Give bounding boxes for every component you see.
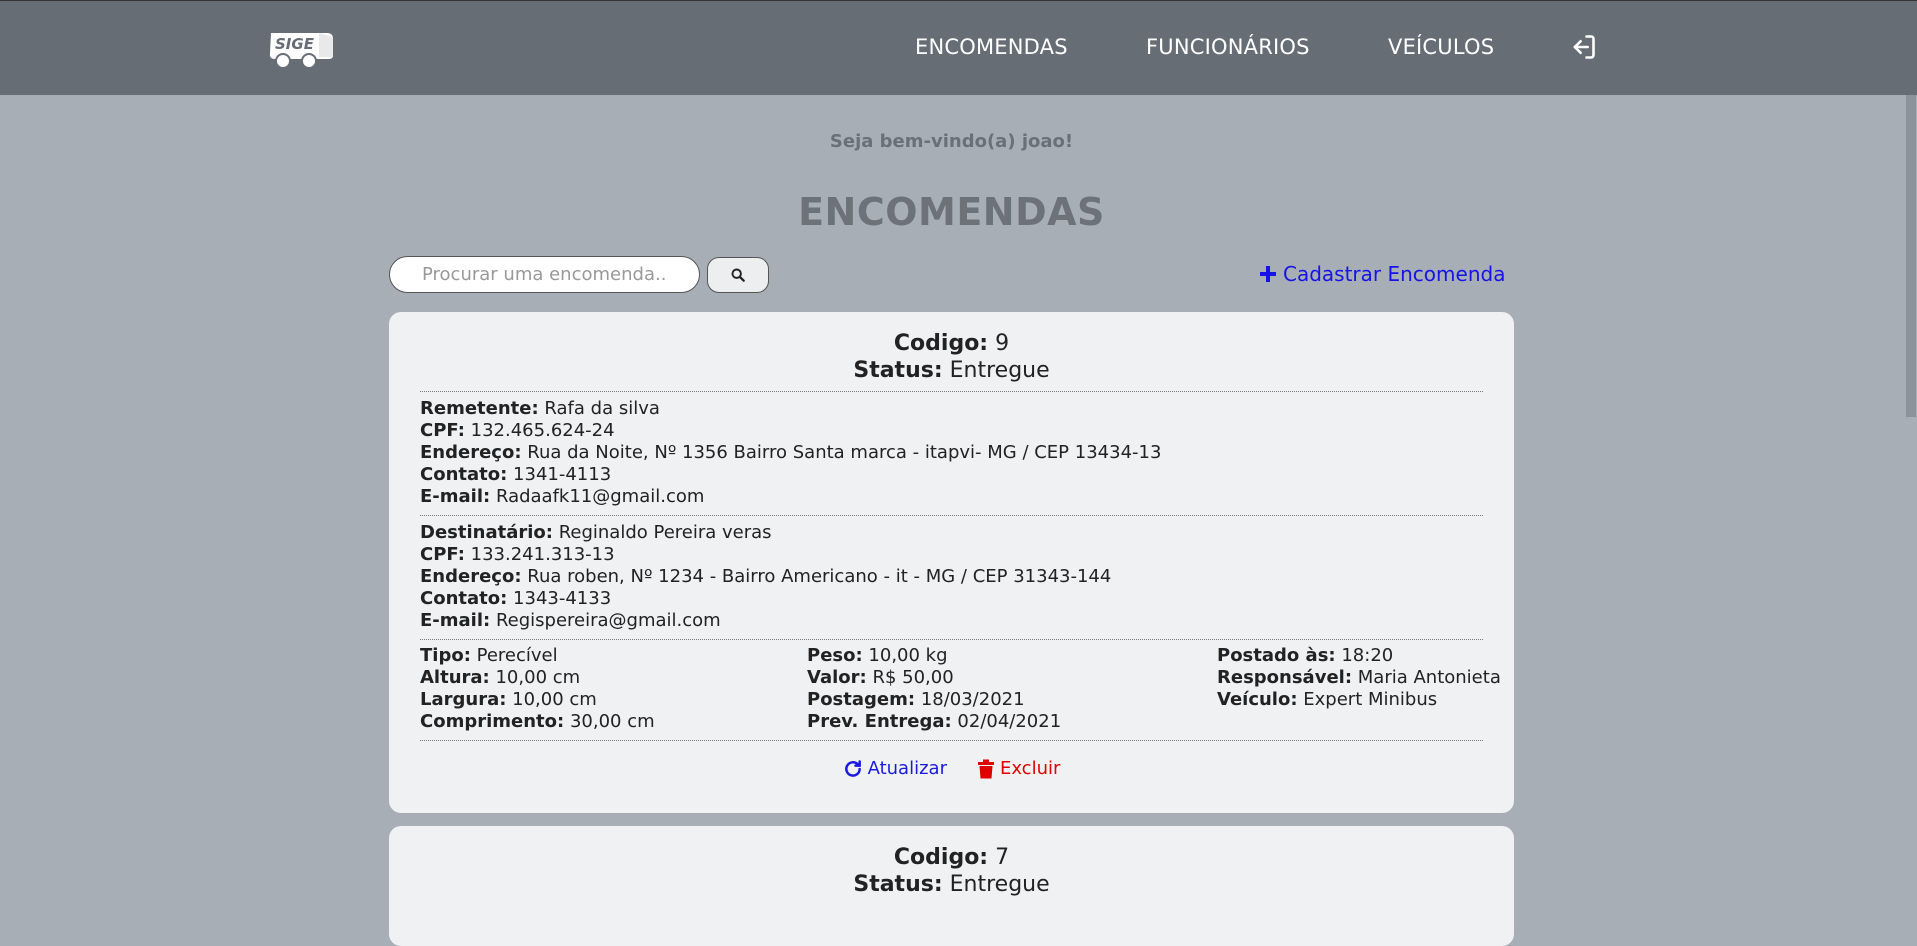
recipient-name: Reginaldo Pereira veras bbox=[558, 522, 772, 543]
destinatario-label: Destinatário: bbox=[420, 522, 553, 543]
veiculo-label: Veículo: bbox=[1217, 689, 1298, 710]
search-icon bbox=[731, 268, 745, 282]
sender-contact: 1341-4113 bbox=[513, 464, 612, 485]
postado-label: Postado às: bbox=[1217, 645, 1336, 666]
endereco-label: Endereço: bbox=[420, 442, 522, 463]
status-label: Status: bbox=[853, 872, 943, 897]
nav-encomendas[interactable]: ENCOMENDAS bbox=[915, 35, 1068, 59]
divider bbox=[420, 740, 1483, 741]
postagem-label: Postagem: bbox=[807, 689, 916, 710]
logo-text: SIGE bbox=[275, 35, 315, 53]
endereco-label: Endereço: bbox=[420, 566, 522, 587]
prev-entrega-label: Prev. Entrega: bbox=[807, 711, 952, 732]
cpf-label: CPF: bbox=[420, 544, 465, 565]
responsible-name: Maria Antonieta bbox=[1357, 667, 1501, 688]
plus-icon bbox=[1260, 266, 1276, 282]
order-code: 9 bbox=[995, 331, 1010, 356]
peso-label: Peso: bbox=[807, 645, 863, 666]
package-weight: 10,00 kg bbox=[868, 645, 948, 666]
refresh-icon bbox=[844, 759, 861, 777]
altura-label: Altura: bbox=[420, 667, 490, 688]
sender-section: Remetente: Rafa da silva CPF: 132.465.62… bbox=[420, 398, 1161, 508]
package-logistics: Postado às: 18:20 Responsável: Maria Ant… bbox=[1217, 645, 1501, 711]
package-width: 10,00 cm bbox=[512, 689, 597, 710]
recipient-email: Regispereira@gmail.com bbox=[495, 610, 721, 631]
recipient-contact: 1343-4133 bbox=[513, 588, 612, 609]
recipient-cpf: 133.241.313-13 bbox=[470, 544, 615, 565]
update-label: Atualizar bbox=[867, 758, 947, 779]
delete-label: Excluir bbox=[999, 758, 1061, 779]
sender-cpf: 132.465.624-24 bbox=[470, 420, 615, 441]
cpf-label: CPF: bbox=[420, 420, 465, 441]
trash-icon bbox=[977, 759, 994, 778]
add-order-label: Cadastrar Encomenda bbox=[1283, 262, 1506, 286]
largura-label: Largura: bbox=[420, 689, 507, 710]
email-label: E-mail: bbox=[420, 610, 491, 631]
order-card: Codigo: 7 Status: Entregue bbox=[389, 826, 1514, 946]
order-status: Entregue bbox=[949, 872, 1050, 897]
vehicle-name: Expert Minibus bbox=[1303, 689, 1438, 710]
codigo-label: Codigo: bbox=[893, 845, 989, 870]
tipo-label: Tipo: bbox=[420, 645, 471, 666]
package-values: Peso: 10,00 kg Valor: R$ 50,00 Postagem:… bbox=[807, 645, 1061, 733]
recipient-section: Destinatário: Reginaldo Pereira veras CP… bbox=[420, 522, 1111, 632]
nav-veiculos[interactable]: VEÍCULOS bbox=[1388, 35, 1494, 59]
posting-time: 18:20 bbox=[1341, 645, 1394, 666]
sign-out-icon[interactable] bbox=[1569, 33, 1597, 61]
divider bbox=[420, 515, 1483, 516]
posting-date: 18/03/2021 bbox=[920, 689, 1025, 710]
responsavel-label: Responsável: bbox=[1217, 667, 1353, 688]
scrollbar-thumb[interactable] bbox=[1906, 95, 1916, 417]
divider bbox=[420, 391, 1483, 392]
email-label: E-mail: bbox=[420, 486, 491, 507]
sender-name: Rafa da silva bbox=[544, 398, 660, 419]
package-height: 10,00 cm bbox=[495, 667, 581, 688]
search-input[interactable] bbox=[389, 256, 700, 293]
contato-label: Contato: bbox=[420, 588, 508, 609]
codigo-label: Codigo: bbox=[893, 331, 989, 356]
search-button[interactable] bbox=[707, 257, 769, 293]
sige-logo[interactable]: SIGE bbox=[265, 27, 337, 71]
update-button[interactable]: Atualizar bbox=[843, 758, 947, 779]
package-length: 30,00 cm bbox=[569, 711, 655, 732]
sender-address: Rua da Noite, Nº 1356 Bairro Santa marca… bbox=[527, 442, 1162, 463]
order-code: 7 bbox=[995, 845, 1010, 870]
order-card: Codigo: 9 Status: Entregue Remetente: Ra… bbox=[389, 312, 1514, 813]
remetente-label: Remetente: bbox=[420, 398, 539, 419]
page-title: ENCOMENDAS bbox=[798, 190, 1105, 234]
contato-label: Contato: bbox=[420, 464, 508, 485]
package-type: Perecível bbox=[476, 645, 558, 666]
package-value: R$ 50,00 bbox=[872, 667, 954, 688]
expected-delivery: 02/04/2021 bbox=[957, 711, 1062, 732]
valor-label: Valor: bbox=[807, 667, 867, 688]
divider bbox=[420, 639, 1483, 640]
sender-email: Radaafk11@gmail.com bbox=[495, 486, 705, 507]
order-actions: Atualizar Excluir bbox=[389, 758, 1514, 779]
add-order-link[interactable]: Cadastrar Encomenda bbox=[1259, 262, 1505, 286]
comprimento-label: Comprimento: bbox=[420, 711, 565, 732]
recipient-address: Rua roben, Nº 1234 - Bairro Americano - … bbox=[527, 566, 1112, 587]
package-dimensions: Tipo: Perecível Altura: 10,00 cm Largura… bbox=[420, 645, 655, 733]
delete-button[interactable]: Excluir bbox=[977, 758, 1060, 779]
status-label: Status: bbox=[853, 358, 943, 383]
welcome-message: Seja bem-vindo(a) joao! bbox=[829, 131, 1074, 152]
nav-funcionarios[interactable]: FUNCIONÁRIOS bbox=[1146, 35, 1310, 59]
top-navbar: SIGE ENCOMENDAS FUNCIONÁRIOS VEÍCULOS bbox=[0, 0, 1917, 95]
order-status: Entregue bbox=[949, 358, 1050, 383]
